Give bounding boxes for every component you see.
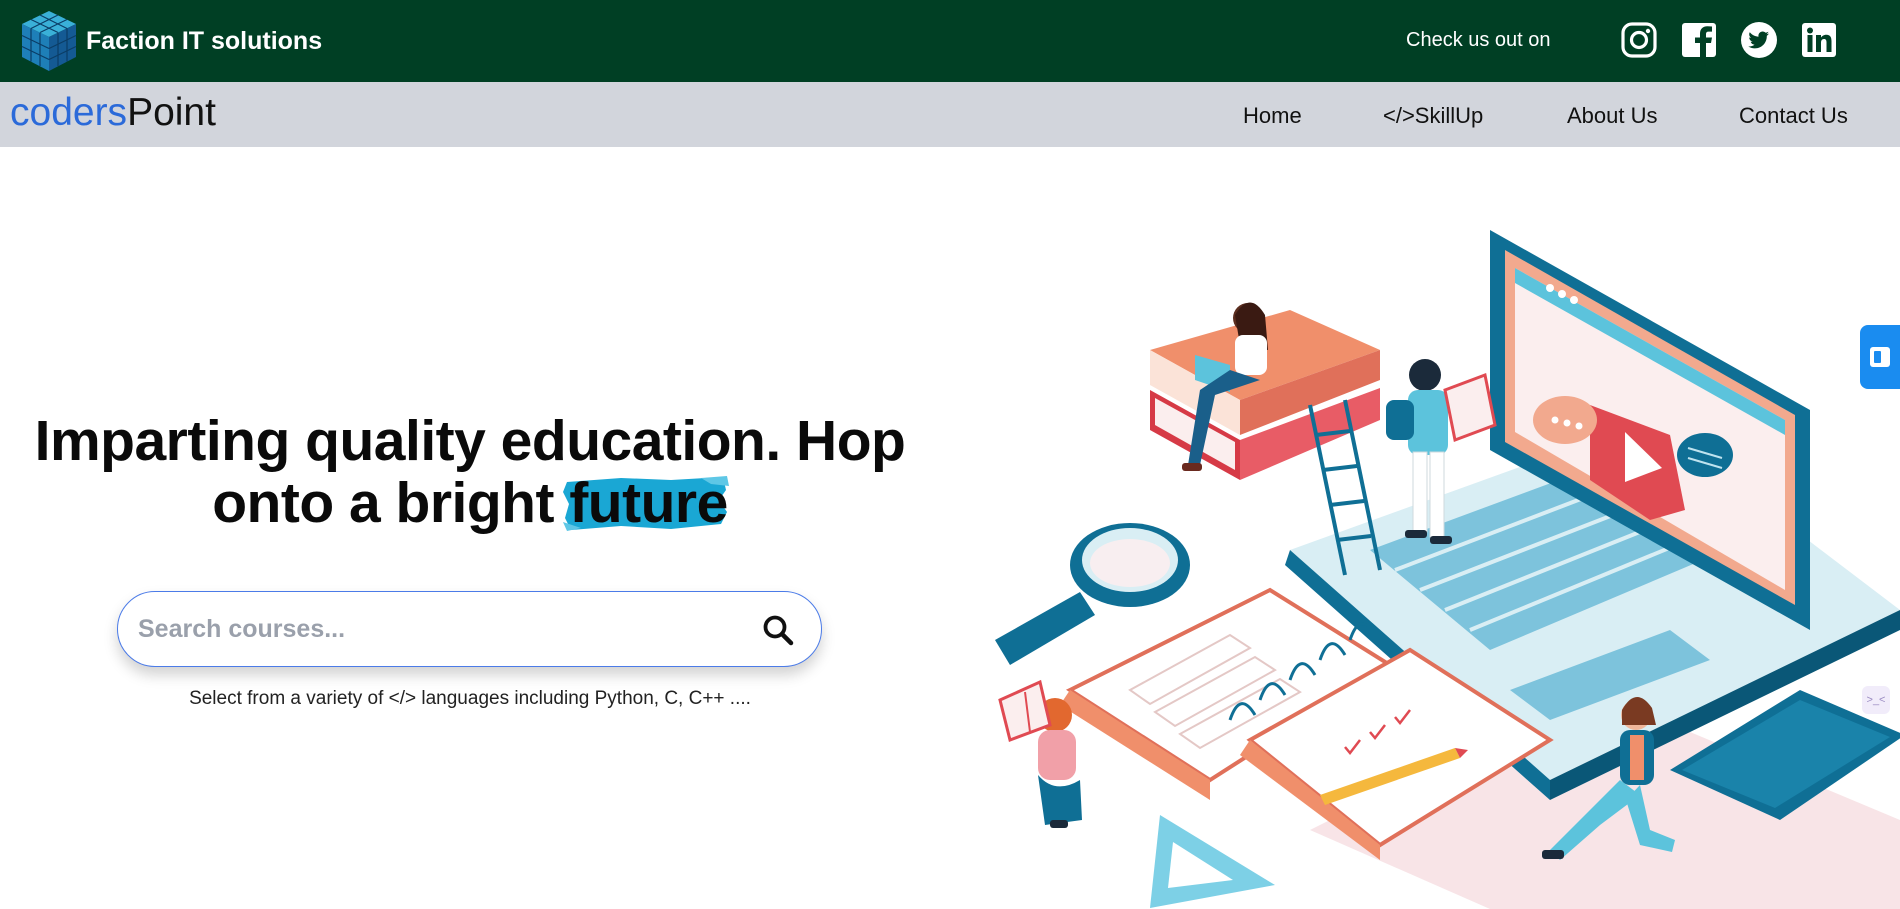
side-panel-toggle[interactable]: [1860, 325, 1900, 389]
nav-contact-us[interactable]: Contact Us: [1739, 103, 1848, 129]
nav-bar: codersPoint Home </>SkillUp About Us Con…: [0, 82, 1900, 147]
brand-name: Faction IT solutions: [86, 26, 323, 55]
search-icon[interactable]: [760, 612, 796, 648]
facebook-icon[interactable]: [1680, 21, 1718, 59]
headline-line-1: Imparting quality education. Hop: [34, 409, 906, 473]
logo-point-text: Point: [127, 91, 216, 134]
nav-about-us[interactable]: About Us: [1567, 103, 1658, 129]
site-logo[interactable]: codersPoint: [10, 91, 216, 135]
search-input[interactable]: [138, 609, 718, 649]
headline-line-2: onto a bright: [212, 471, 570, 535]
nav-skillup[interactable]: </>SkillUp: [1383, 103, 1483, 129]
cube-logo-icon: [21, 11, 77, 71]
education-illustration: [995, 230, 1900, 909]
instagram-icon[interactable]: [1620, 21, 1658, 59]
mini-widget[interactable]: >_<: [1862, 686, 1890, 714]
twitter-icon[interactable]: [1740, 21, 1778, 59]
top-bar: Faction IT solutions Check us out on: [0, 0, 1900, 82]
logo-coders-text: coders: [10, 91, 128, 134]
headline-highlight: future: [563, 471, 730, 535]
linkedin-icon[interactable]: [1800, 21, 1838, 59]
search-bar: [117, 591, 822, 667]
hero-subtext: Select from a variety of </> languages i…: [189, 688, 751, 709]
panel-icon: [1870, 347, 1890, 367]
check-us-out-text: Check us out on: [1406, 29, 1551, 51]
headline-future-word: future: [569, 471, 728, 535]
hero-headline: Imparting quality education. Hop onto a …: [20, 410, 920, 534]
nav-home[interactable]: Home: [1243, 103, 1302, 129]
brand[interactable]: Faction IT solutions: [18, 9, 322, 73]
